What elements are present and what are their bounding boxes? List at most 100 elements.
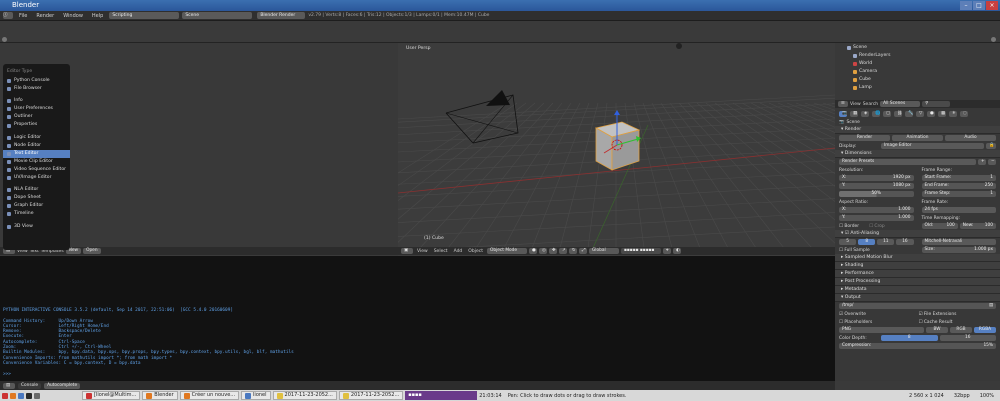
aa-samples-8[interactable]: 8 <box>858 239 876 245</box>
viewport-type-button[interactable]: ▣ <box>401 248 413 254</box>
aa-samples-5[interactable]: 5 <box>839 239 857 245</box>
taskbar-window-button[interactable]: [lionel@Multim... <box>82 391 141 400</box>
output-path-input[interactable]: /tmp/▤ <box>839 303 996 309</box>
compression-slider[interactable]: Compression: 15% <box>839 343 996 349</box>
translate-button[interactable]: ↗ <box>558 248 567 254</box>
outliner-search-label[interactable]: Search <box>863 102 878 107</box>
outliner-item[interactable]: Lamp <box>847 84 1000 92</box>
aspect-y-field[interactable]: Y: 1.000 <box>839 215 914 221</box>
remap-old-field[interactable]: Old: 100 <box>921 223 958 229</box>
open-text-button[interactable]: Open <box>83 248 101 254</box>
menu-object-3d[interactable]: Object <box>466 249 485 254</box>
taskbar-window-button[interactable]: lionel <box>241 391 271 400</box>
aa-size-field[interactable]: Size: 1.000 px <box>921 247 996 253</box>
menu-item-movie-clip-editor[interactable]: Movie Clip Editor <box>3 158 70 166</box>
mode-selector[interactable]: Object Mode <box>486 248 527 254</box>
render-button[interactable]: Render <box>839 135 890 141</box>
menu-view-3d[interactable]: View <box>415 249 430 254</box>
engine-selector[interactable]: Blender Render <box>257 12 306 19</box>
constraints-tab-icon[interactable]: ⛓ <box>894 111 902 117</box>
outliner-view-menu[interactable]: View <box>850 102 861 107</box>
aa-panel-header[interactable]: ▾ ☑ Anti-Aliasing <box>835 230 1000 238</box>
render-presets-selector[interactable]: Render Presets <box>839 159 976 165</box>
terminal-icon[interactable] <box>26 392 32 399</box>
panel-header-sampled-motion-blur[interactable]: ▸ Sampled Motion Blur <box>835 254 1000 262</box>
file-extensions-checkbox[interactable]: ☑ File Extensions <box>919 312 997 317</box>
menu-item-3d-view[interactable]: 3D View <box>3 223 70 231</box>
menu-item-user-preferences[interactable]: User Preferences <box>3 105 70 113</box>
outliner-item[interactable]: RenderLayers <box>847 52 1000 60</box>
output-panel-header[interactable]: ▾ Output <box>835 294 1000 302</box>
world-tab-icon[interactable]: 🌐 <box>872 111 880 117</box>
scene-selector[interactable]: Scene <box>182 12 253 19</box>
snap-button[interactable]: ⌖ <box>662 248 671 254</box>
layers-grid[interactable]: ▪▪▪▪▪ ▪▪▪▪▪ <box>620 248 661 254</box>
frame-step-field[interactable]: Frame Step: 1 <box>921 191 996 197</box>
texture-tab-icon[interactable]: ▩ <box>938 111 946 117</box>
menu-item-node-editor[interactable]: Node Editor <box>3 142 70 150</box>
menu-select-3d[interactable]: Select <box>432 249 450 254</box>
resolution-y-field[interactable]: Y: 1080 px <box>839 183 914 189</box>
placeholders-checkbox[interactable]: ☐ Placeholders <box>839 320 917 325</box>
layers-tab-icon[interactable]: ▦ <box>850 111 858 117</box>
outliner-scenes-selector[interactable]: All Scenes <box>880 101 921 107</box>
launcher-icon[interactable] <box>2 392 8 399</box>
tab-autocomplete[interactable]: Autocomplete <box>44 382 81 389</box>
console-type-button[interactable]: ▤ <box>3 382 15 389</box>
add-preset-button[interactable]: + <box>978 159 986 165</box>
maximize-button[interactable]: □ <box>973 1 985 10</box>
full-sample-checkbox[interactable]: ☐ Full Sample <box>839 248 870 253</box>
menu-item-text-editor[interactable]: Text Editor <box>3 149 70 158</box>
color-rgb-button[interactable]: RGB <box>950 327 972 333</box>
info-editor-icon[interactable]: ⓘ <box>3 12 13 19</box>
viewport-corner-handle-icon[interactable] <box>676 43 682 49</box>
render-tab-icon[interactable]: 📷 <box>839 111 847 117</box>
taskbar-window-button[interactable]: Créer un nouve... <box>179 391 240 400</box>
tab-console[interactable]: Console <box>18 382 42 389</box>
outliner-search-input[interactable]: ⚲ <box>922 101 951 107</box>
menu-item-properties[interactable]: Properties <box>3 121 70 129</box>
remove-preset-button[interactable]: − <box>988 159 996 165</box>
layout-selector[interactable]: Scripting <box>109 12 180 19</box>
color-rgba-button[interactable]: RGBA <box>974 327 996 333</box>
render-panel-header[interactable]: ▾ Render <box>835 126 1000 134</box>
taskbar-window-button[interactable]: 2017-11-23-2052... <box>338 391 404 400</box>
material-tab-icon[interactable]: ● <box>927 111 935 117</box>
render-preview-button[interactable]: ◐ <box>672 248 681 254</box>
menu-item-logic-editor[interactable]: Logic Editor <box>3 134 70 142</box>
data-tab-icon[interactable]: ▽ <box>916 111 924 117</box>
editor-handle-icon[interactable] <box>2 37 7 42</box>
cache-result-checkbox[interactable]: ☐ Cache Result <box>919 320 997 325</box>
menu-item-python-console[interactable]: Python Console <box>3 77 70 85</box>
menu-item-timeline[interactable]: Timeline <box>3 210 70 218</box>
menu-file[interactable]: File <box>16 13 30 19</box>
shading-button[interactable]: ● <box>528 248 537 254</box>
outliner-item[interactable]: Scene <box>847 44 1000 52</box>
physics-tab-icon[interactable]: ◌ <box>960 111 968 117</box>
start-frame-field[interactable]: Start Frame: 1 <box>921 175 996 181</box>
taskbar-window-button[interactable]: Blender <box>142 391 178 400</box>
aa-samples-11[interactable]: 11 <box>877 239 895 245</box>
menu-add-3d[interactable]: Add <box>452 249 465 254</box>
file-format-selector[interactable]: PNG <box>839 327 924 333</box>
menu-window[interactable]: Window <box>60 13 86 19</box>
modifiers-tab-icon[interactable]: 🔧 <box>905 111 913 117</box>
aa-filter-selector[interactable]: Mitchell-Netravali <box>921 239 996 245</box>
depth-16-button[interactable]: 16 <box>939 335 996 341</box>
crop-checkbox[interactable]: ☐ Crop <box>869 224 885 229</box>
menu-item-file-browser[interactable]: File Browser <box>3 85 70 93</box>
menu-item-outliner[interactable]: Outliner <box>3 113 70 121</box>
panel-header-metadata[interactable]: ▸ Metadata <box>835 286 1000 294</box>
fps-selector[interactable]: 24 fps <box>921 207 996 213</box>
color-bw-button[interactable]: BW <box>926 327 948 333</box>
depth-8-button[interactable]: 8 <box>881 335 938 341</box>
app-icon[interactable] <box>34 392 40 399</box>
orientation-selector[interactable]: Global <box>588 248 619 254</box>
outliner-item[interactable]: Camera <box>847 68 1000 76</box>
aa-samples-16[interactable]: 16 <box>896 239 914 245</box>
scene-tab-icon[interactable]: ◈ <box>861 111 869 117</box>
panel-header-shading[interactable]: ▸ Shading <box>835 262 1000 270</box>
object-tab-icon[interactable]: ▢ <box>883 111 891 117</box>
manipulator-button[interactable]: ✥ <box>548 248 557 254</box>
python-console[interactable]: PYTHON INTERACTIVE CONSOLE 3.5.2 (defaul… <box>0 256 835 381</box>
